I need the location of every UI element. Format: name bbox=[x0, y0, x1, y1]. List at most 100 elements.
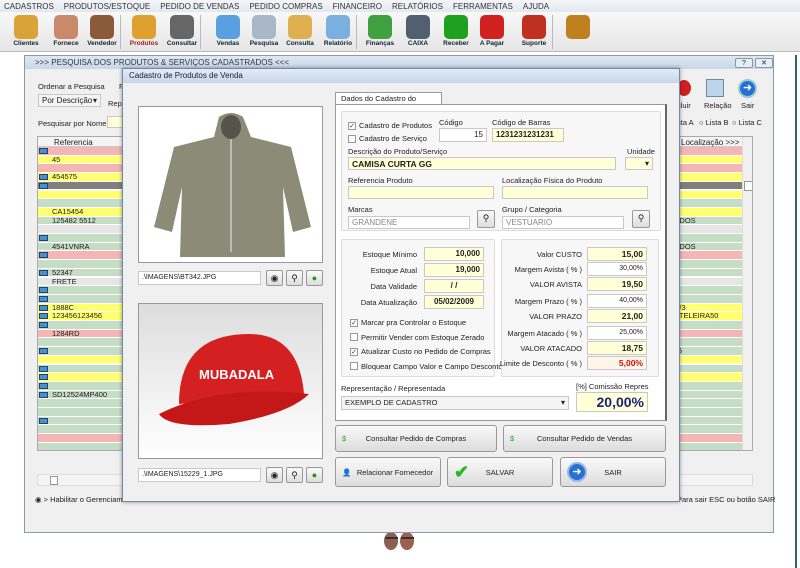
report-button[interactable]: Relação bbox=[704, 101, 732, 110]
load-image-icon[interactable]: ● bbox=[306, 270, 323, 286]
salvar-button[interactable]: ✔ SALVAR bbox=[447, 457, 553, 487]
checkbox-label: Cadastro de Produtos bbox=[359, 121, 432, 130]
codigo-field[interactable]: 15 bbox=[439, 128, 487, 142]
chk-cadastro-produtos[interactable]: ✓ Cadastro de Produtos bbox=[348, 121, 432, 130]
search-grupo-icon[interactable]: ⚲ bbox=[632, 210, 650, 228]
exit-button[interactable]: Sair bbox=[741, 101, 754, 110]
localizacao-field[interactable] bbox=[502, 186, 648, 199]
image-path-2[interactable]: .\IMAGENS\15229_1.JPG bbox=[138, 468, 261, 482]
checkbox[interactable] bbox=[348, 134, 356, 143]
menu-item[interactable]: CADASTROS bbox=[4, 2, 54, 11]
load-image-icon[interactable]: ● bbox=[306, 467, 323, 483]
scrollbar-thumb[interactable] bbox=[50, 476, 58, 485]
toolbar-button-relatrio[interactable]: Relatório bbox=[318, 14, 358, 50]
menu-item[interactable]: PRODUTOS/ESTOQUE bbox=[64, 2, 150, 11]
menu-item[interactable]: FINANCEIRO bbox=[333, 2, 382, 11]
consultar-vendas-button[interactable]: $ Consultar Pedido de Vendas bbox=[503, 425, 666, 452]
image-icon bbox=[39, 322, 48, 328]
toolbar-button-consulta[interactable]: Consulta bbox=[280, 14, 320, 50]
stock-field[interactable]: 05/02/2009 bbox=[424, 295, 484, 309]
checkbox[interactable]: ✓ bbox=[350, 318, 358, 327]
manage-option[interactable]: ◉ > Habilitar o Gerenciamen bbox=[35, 495, 131, 504]
barcode-field[interactable]: 1231231231231 bbox=[492, 128, 564, 142]
webcam-icon[interactable]: ◉ bbox=[266, 467, 283, 483]
checkbox[interactable]: ✓ bbox=[348, 121, 356, 130]
toolbar-button-apagar[interactable]: A Pagar bbox=[472, 14, 512, 50]
magnifier-icon[interactable]: ⚲ bbox=[286, 467, 303, 483]
image-icon bbox=[39, 313, 48, 320]
price-field[interactable]: 15,00 bbox=[587, 247, 647, 261]
menu-item[interactable]: FERRAMENTAS bbox=[453, 2, 513, 11]
column-header-referencia[interactable]: Referencia bbox=[54, 138, 93, 147]
toolbar-button-receber[interactable]: Receber bbox=[436, 14, 476, 50]
price-field[interactable]: 21,00 bbox=[587, 309, 647, 323]
stock-field[interactable]: 10,000 bbox=[424, 247, 484, 261]
stock-field[interactable]: / / bbox=[424, 279, 484, 293]
price-field[interactable]: 18,75 bbox=[587, 341, 647, 355]
checkbox[interactable] bbox=[350, 362, 358, 370]
description-field[interactable]: CAMISA CURTA GG bbox=[348, 157, 616, 170]
toolbar-button-suporte[interactable]: Suporte bbox=[514, 14, 554, 50]
checkbox[interactable]: ✓ bbox=[350, 347, 358, 356]
menu-bar: CADASTROS PRODUTOS/ESTOQUE PEDIDO DE VENDA… bbox=[0, 0, 800, 12]
toolbar-button-caixa[interactable]: CAIXA bbox=[398, 14, 438, 50]
report-icon[interactable] bbox=[706, 79, 724, 97]
toolbar-button-consultar[interactable]: Consultar bbox=[162, 14, 202, 50]
unidade-select[interactable] bbox=[625, 157, 653, 170]
chk-cadastro-servico[interactable]: Cadastro de Serviço bbox=[348, 134, 427, 143]
close-button[interactable]: ✕ bbox=[755, 58, 773, 68]
order-select[interactable]: Por Descrição bbox=[38, 94, 101, 107]
price-field[interactable]: 30,00% bbox=[587, 262, 647, 276]
image-icon bbox=[39, 304, 48, 311]
toolbar-button-fornece[interactable]: Fornece bbox=[46, 14, 86, 50]
webcam-icon[interactable]: ◉ bbox=[266, 270, 283, 286]
price-field[interactable]: 19,50 bbox=[587, 277, 647, 291]
price-field[interactable]: 40,00% bbox=[587, 294, 647, 308]
codigo-label: Código bbox=[439, 118, 463, 127]
comissao-field[interactable]: 20,00% bbox=[576, 392, 648, 412]
option-checkbox[interactable]: Permitir Vender com Estoque Zerado bbox=[350, 333, 484, 342]
magnifier-icon[interactable]: ⚲ bbox=[286, 270, 303, 286]
search-marcas-icon[interactable]: ⚲ bbox=[477, 210, 495, 228]
option-checkbox[interactable]: ✓ Atualizar Custo no Pedido de Compras bbox=[350, 347, 491, 356]
consultar-compras-button[interactable]: $ Consultar Pedido de Compras bbox=[335, 425, 497, 452]
vertical-scrollbar[interactable] bbox=[742, 137, 752, 450]
marcas-field[interactable]: GRANDENE bbox=[348, 216, 470, 229]
toolbar-label: CAIXA bbox=[407, 40, 429, 47]
representacao-select[interactable]: EXEMPLO DE CADASTRO bbox=[341, 396, 569, 410]
checkbox[interactable] bbox=[350, 333, 358, 341]
toolbar-button-clientes[interactable]: Clientes bbox=[6, 14, 46, 50]
toolbar-button-pesquisa[interactable]: Pesquisa bbox=[244, 14, 284, 50]
option-checkbox[interactable]: Bloquear Campo Valor e Campo Desconto bbox=[350, 362, 503, 371]
price-label: Margem Prazo ( % ) bbox=[514, 297, 582, 306]
price-field[interactable]: 5,00% bbox=[587, 356, 647, 370]
radio-lista-b[interactable]: ○ Lista B bbox=[699, 118, 729, 127]
toolbar-button-produtos[interactable]: Produtos bbox=[124, 14, 164, 50]
price-label: Limite de Desconto ( % ) bbox=[499, 359, 582, 368]
toolbar-button-finanas[interactable]: Finanças bbox=[360, 14, 400, 50]
scrollbar-thumb[interactable] bbox=[744, 181, 752, 191]
price-label: Valor CUSTO bbox=[536, 250, 582, 259]
menu-item[interactable]: PEDIDO DE VENDAS bbox=[160, 2, 239, 11]
help-button[interactable]: ? bbox=[735, 58, 753, 68]
checkbox-label: Bloquear Campo Valor e Campo Desconto bbox=[361, 361, 503, 371]
grupo-field[interactable]: VESTUARIO bbox=[502, 216, 624, 229]
sair-button[interactable]: ➜ SAIR bbox=[560, 457, 666, 487]
menu-item[interactable]: AJUDA bbox=[523, 2, 549, 11]
price-field[interactable]: 25,00% bbox=[587, 326, 647, 340]
column-header-localizacao[interactable]: Localização >>> bbox=[681, 138, 740, 147]
exit-arrow-icon[interactable]: ➜ bbox=[738, 79, 757, 98]
referencia-field[interactable] bbox=[348, 186, 494, 199]
stock-field[interactable]: 19,000 bbox=[424, 263, 484, 277]
marcas-label: Marcas bbox=[348, 205, 373, 214]
toolbar-button-exit[interactable] bbox=[558, 14, 598, 50]
relacionar-fornecedor-button[interactable]: 👤 Relacionar Fornecedor bbox=[335, 457, 441, 487]
menu-item[interactable]: RELATÓRIOS bbox=[392, 2, 443, 11]
button-label: SALVAR bbox=[485, 467, 515, 477]
radio-lista-c[interactable]: ○ Lista C bbox=[732, 118, 762, 127]
image-path-1[interactable]: .\IMAGENS\BT342.JPG bbox=[138, 271, 261, 285]
toolbar-button-vendedor[interactable]: Vendedor bbox=[82, 14, 122, 50]
option-checkbox[interactable]: ✓ Marcar pra Controlar o Estoque bbox=[350, 318, 466, 327]
toolbar-button-vendas[interactable]: Vendas bbox=[208, 14, 248, 50]
menu-item[interactable]: PEDIDO COMPRAS bbox=[249, 2, 322, 11]
